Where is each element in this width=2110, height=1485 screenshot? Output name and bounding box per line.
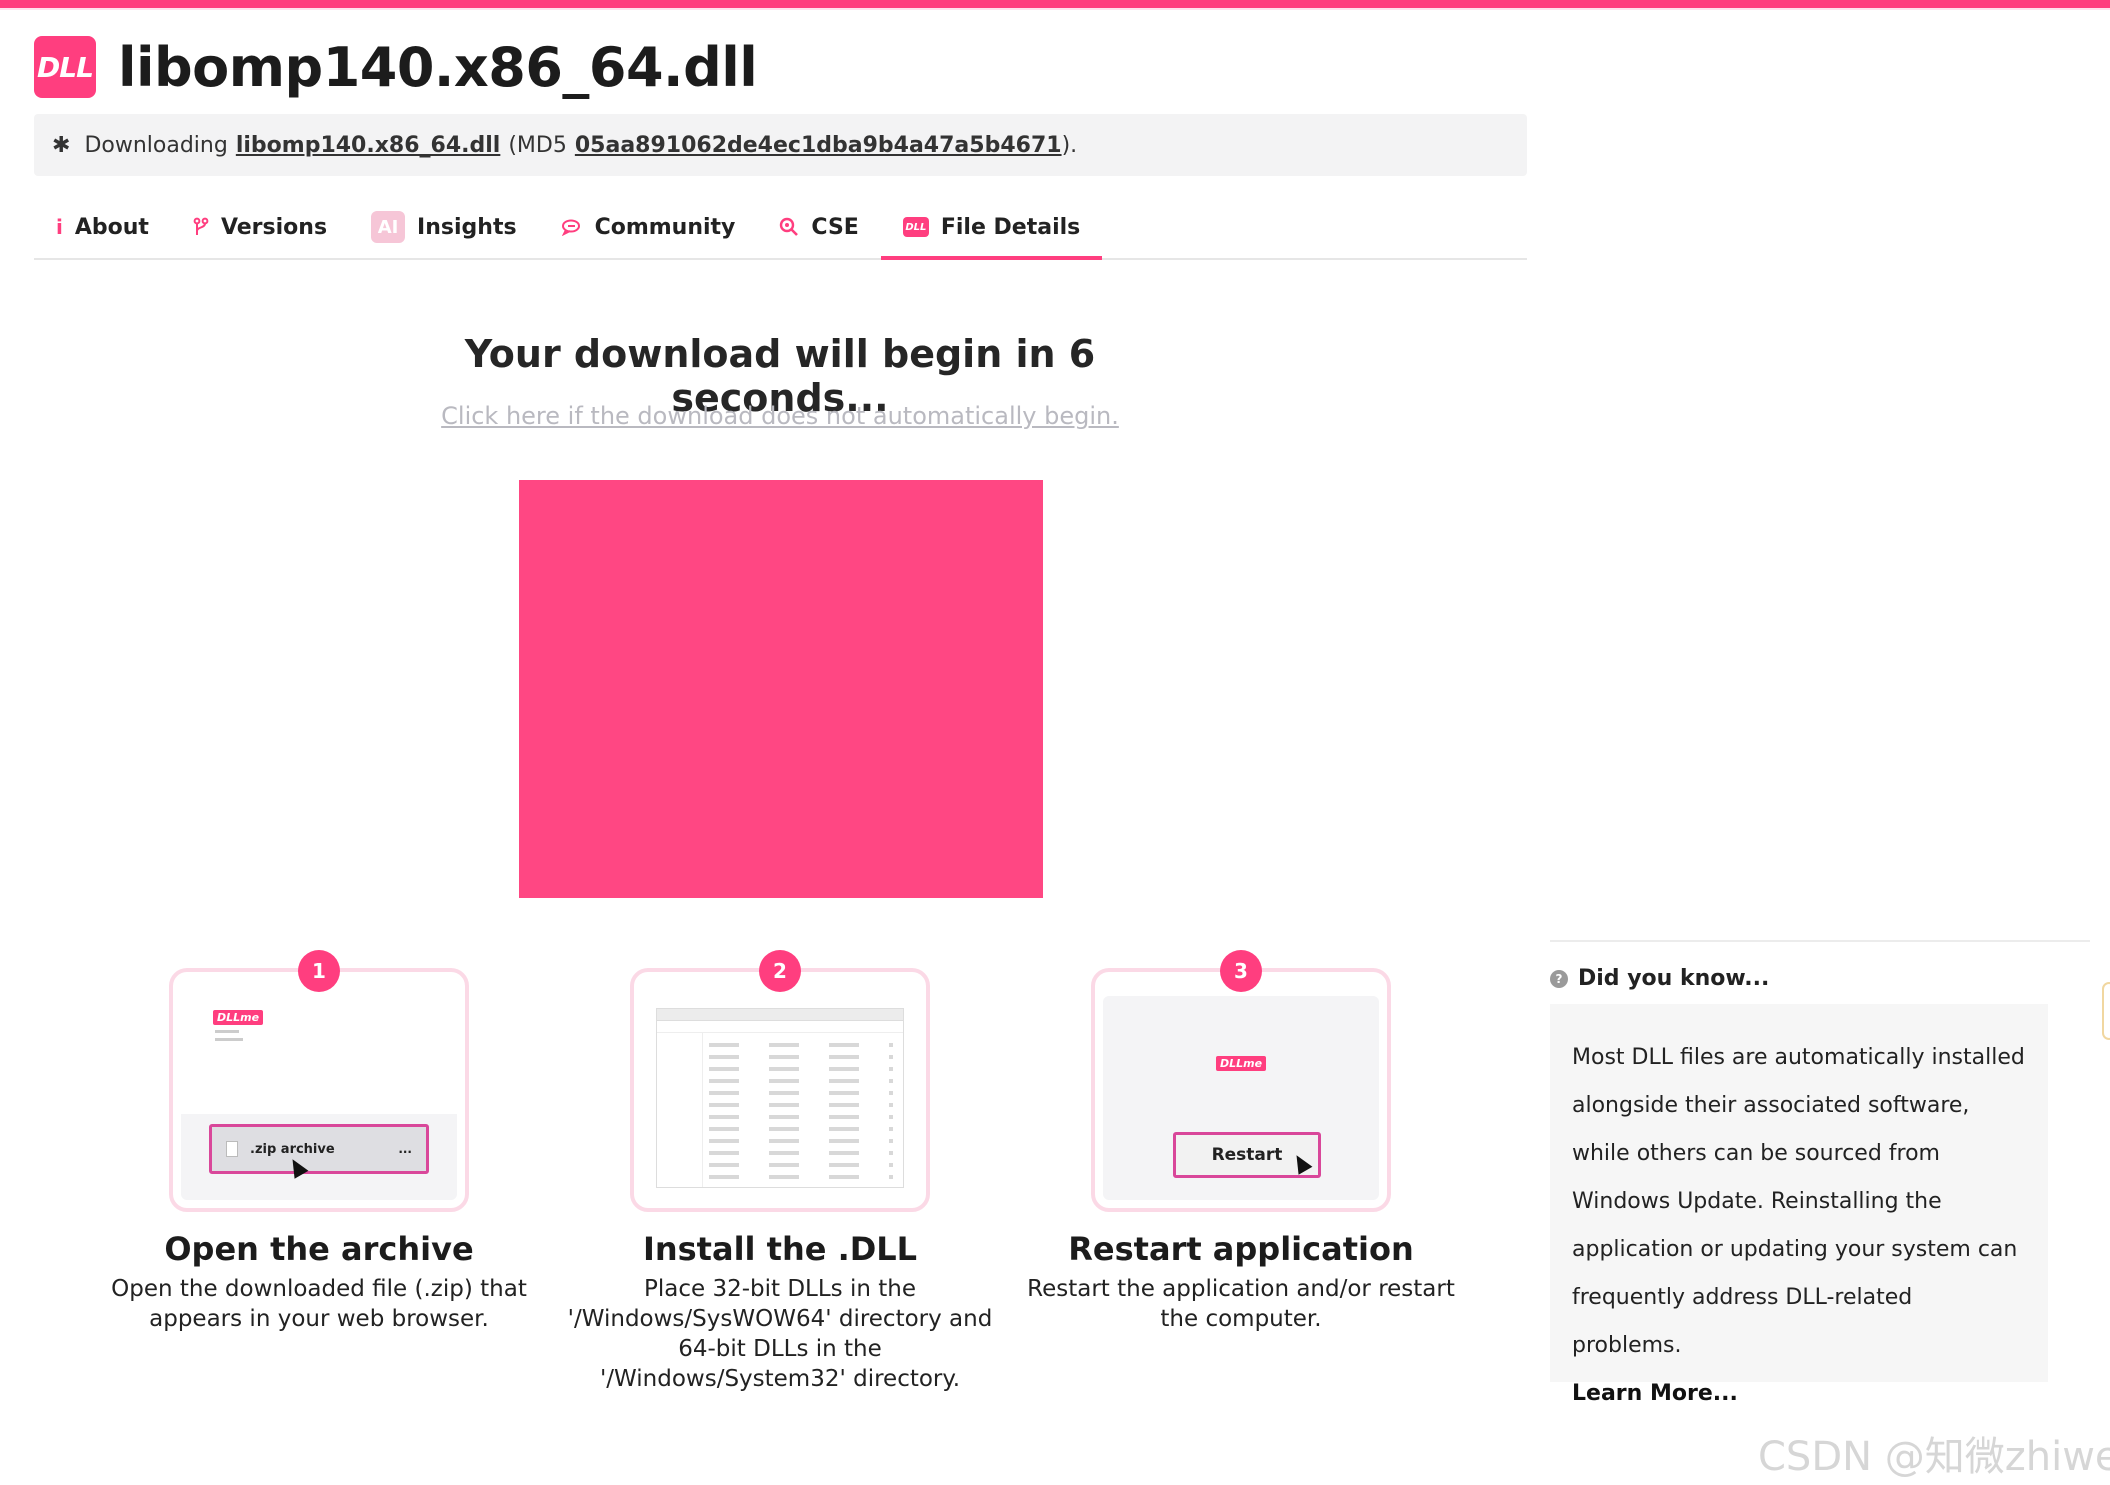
tab-cse[interactable]: CSE (757, 196, 880, 258)
manual-download-link[interactable]: Click here if the download does not auto… (380, 402, 1180, 430)
edge-feedback-tab[interactable] (2102, 982, 2110, 1040)
step-illustration: 2 (630, 950, 930, 1212)
tab-file-details[interactable]: DLL File Details (880, 196, 1103, 260)
dllme-logo: DLLme (213, 1010, 264, 1025)
step-install-dll: 2 Install the .DLL Place 32-bit DLLs in … (560, 950, 1000, 1394)
tab-label: File Details (940, 214, 1081, 240)
info-icon: i (56, 215, 63, 239)
more-icon: ... (398, 1142, 412, 1156)
step-description: Restart the application and/or restart t… (1027, 1276, 1455, 1332)
did-you-know-body: Most DLL files are automatically install… (1572, 1045, 2025, 1358)
tab-label: CSE (811, 214, 859, 240)
watermark: CSDN @知微zhiwei (1758, 1434, 2110, 1480)
file-explorer-window (656, 1008, 904, 1188)
top-accent-border (0, 0, 2110, 8)
search-icon (779, 217, 799, 237)
file-icon (226, 1141, 238, 1157)
ad-placeholder[interactable] (519, 480, 1043, 898)
zip-archive-download-item: .zip archive ... (209, 1124, 429, 1174)
dll-logo-icon: DLL (34, 36, 96, 98)
chat-icon (561, 218, 583, 236)
asterisk-icon: ✱ (52, 132, 71, 158)
sidebar-divider (1550, 940, 2090, 942)
tab-label: Versions (220, 214, 328, 240)
learn-more-link[interactable]: Learn More... (1572, 1370, 2026, 1418)
step-open-archive: 1 DLLme .zip archive ... Open the archiv… (99, 950, 539, 1334)
zip-label: .zip archive (250, 1141, 335, 1157)
tab-label: Insights (417, 214, 517, 240)
top-accent-shadow (0, 8, 2110, 10)
md5-close: ). (1061, 132, 1078, 158)
page-header: DLL libomp140.x86_64.dll (34, 32, 758, 102)
browser-mockup: DLLme .zip archive ... (181, 996, 457, 1200)
question-icon: ? (1550, 969, 1568, 988)
tab-about[interactable]: i About (34, 196, 171, 258)
step-illustration: 3 DLLme Restart (1091, 950, 1391, 1212)
step-title: Install the .DLL (642, 1230, 918, 1268)
step-illustration: 1 DLLme .zip archive ... (169, 950, 469, 1212)
file-name-link[interactable]: libomp140.x86_64.dll (236, 133, 501, 158)
download-info-bar: ✱ Downloading libomp140.x86_64.dll (MD5 0… (34, 114, 1527, 176)
downloading-label: Downloading (84, 132, 228, 158)
step-title: Open the archive (164, 1230, 474, 1268)
dll-icon: DLL (902, 217, 929, 237)
page-title: libomp140.x86_64.dll (118, 35, 758, 99)
tab-insights[interactable]: AI Insights (349, 196, 539, 258)
step-restart-application: 3 DLLme Restart Restart application Rest… (1021, 950, 1461, 1334)
tab-label: About (74, 214, 149, 240)
step-number: 2 (759, 950, 801, 992)
restart-mockup: DLLme Restart (1103, 996, 1379, 1200)
branch-icon (193, 217, 209, 237)
md5-hash-link[interactable]: 05aa891062de4ec1dba9b4a47a5b4671 (575, 133, 1062, 158)
md5-label: (MD5 (508, 132, 567, 158)
step-title: Restart application (1068, 1230, 1414, 1268)
did-you-know-heading: ? Did you know... (1550, 966, 1769, 991)
step-number: 1 (298, 950, 340, 992)
did-you-know-title: Did you know... (1578, 966, 1770, 991)
step-number: 3 (1220, 950, 1262, 992)
tab-versions[interactable]: Versions (171, 196, 349, 258)
tab-bar: i About Versions AI Insights Community C… (34, 196, 1527, 260)
ai-icon: AI (371, 211, 406, 243)
tab-label: Community (594, 214, 736, 240)
did-you-know-panel: Most DLL files are automatically install… (1550, 1004, 2048, 1406)
dllme-logo: DLLme (1215, 1056, 1267, 1071)
step-description: Open the downloaded file (.zip) that app… (111, 1276, 527, 1332)
step-description: Place 32-bit DLLs in the '/Windows/SysWO… (567, 1276, 993, 1392)
explorer-mockup (642, 996, 918, 1200)
tab-community[interactable]: Community (539, 196, 758, 258)
